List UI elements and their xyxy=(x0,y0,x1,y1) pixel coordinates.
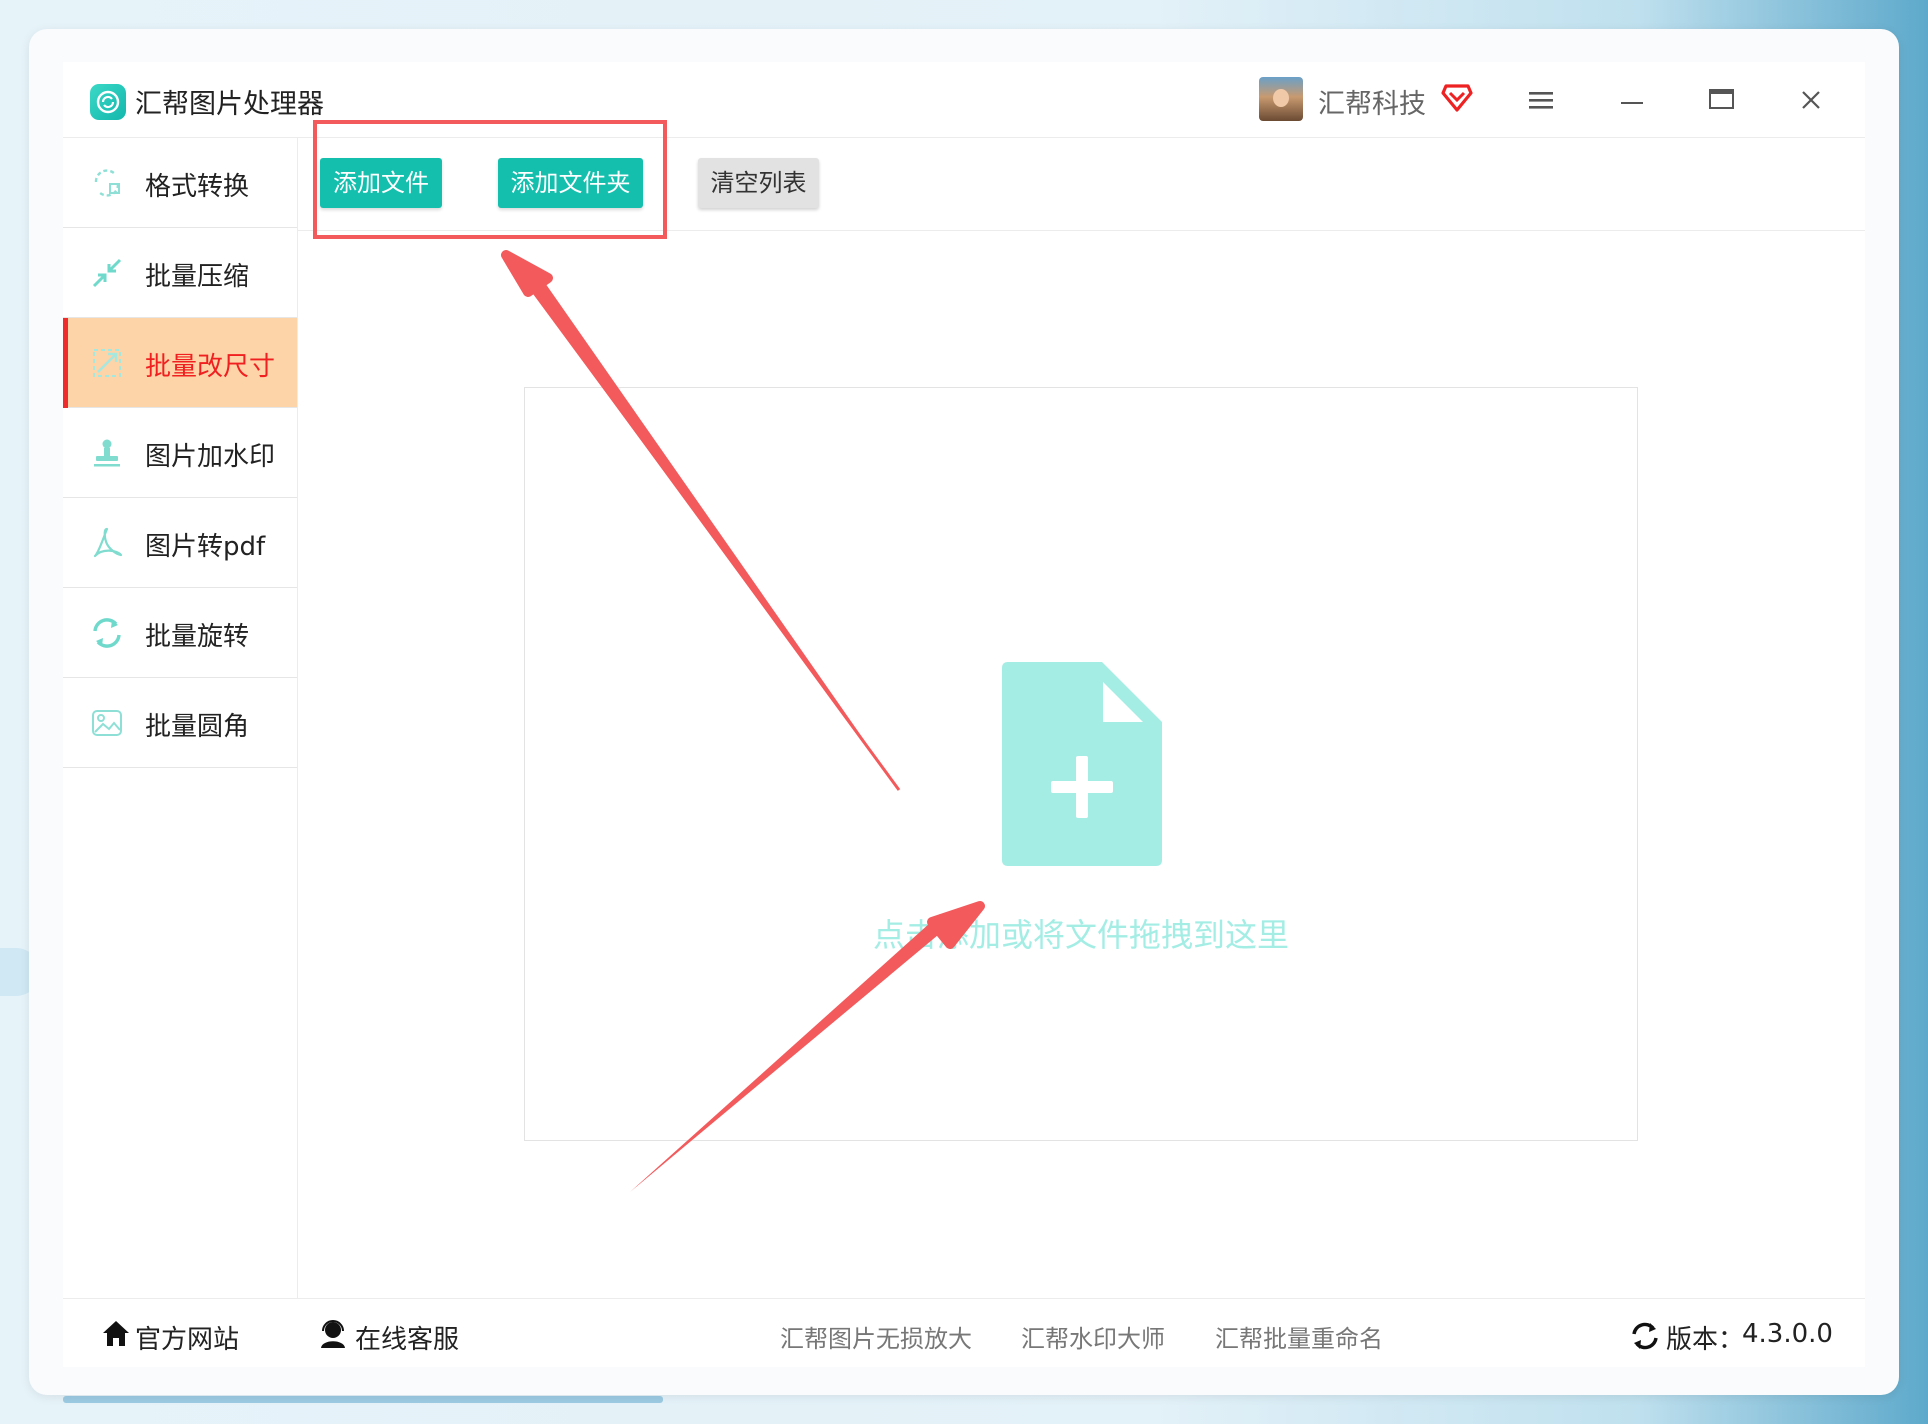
annotation-arrow-to-buttons xyxy=(501,250,901,791)
annotation-arrows xyxy=(501,250,985,1192)
annotation-arrow-to-dropzone xyxy=(630,901,985,1192)
